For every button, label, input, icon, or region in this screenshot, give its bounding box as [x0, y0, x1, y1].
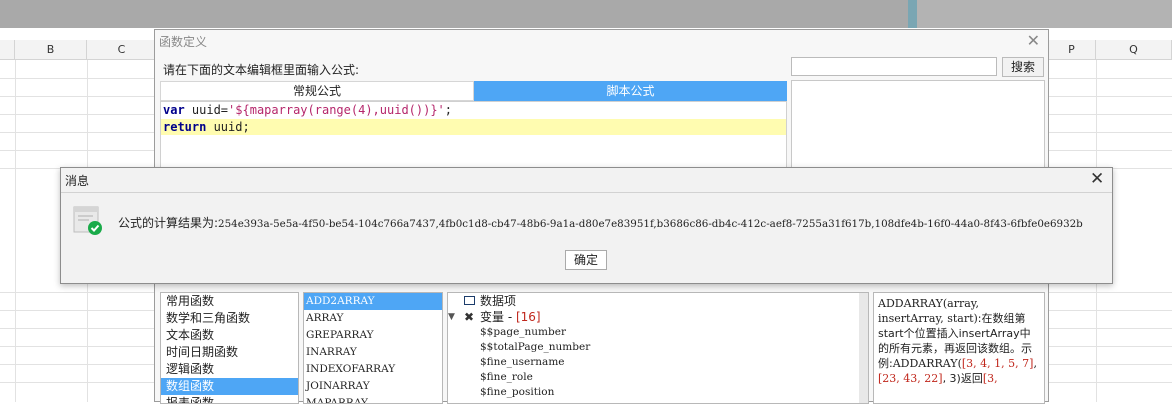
desc-result: [3,	[982, 372, 998, 385]
column-header-b[interactable]: B	[15, 40, 87, 60]
variable-icon: ✖	[464, 310, 475, 324]
grid-line	[15, 60, 16, 402]
tree-scrollbar[interactable]	[859, 293, 868, 403]
list-item-selected[interactable]: 数组函数	[161, 378, 298, 395]
search-button[interactable]: 搜索	[1002, 57, 1044, 77]
list-item[interactable]: 逻辑函数	[161, 361, 298, 378]
list-item[interactable]: 常用函数	[161, 293, 298, 310]
column-header-q[interactable]: Q	[1096, 40, 1172, 60]
chevron-down-icon[interactable]: ▼	[448, 309, 455, 325]
row-header-corner	[0, 40, 15, 60]
desc-array-1: [3, 4, 1, 5, 7]	[961, 357, 1034, 370]
success-icon	[73, 206, 102, 235]
tree-leaf[interactable]: $fine_username	[448, 355, 868, 370]
code-keyword: var	[163, 103, 185, 117]
message-title: 消息	[65, 174, 90, 188]
list-item-selected[interactable]: ADD2ARRAY	[304, 293, 442, 310]
close-icon[interactable]: ✕	[1090, 169, 1104, 189]
column-header-c[interactable]: C	[87, 40, 157, 60]
tree-node-label: 变量 -	[480, 310, 516, 324]
tree-node-variables[interactable]: ▼ ✖ 变量 - [16]	[448, 309, 868, 325]
scroll-indicator	[908, 0, 917, 28]
data-item-tree[interactable]: 数据项 ▼ ✖ 变量 - [16] $$page_number $$totalPag…	[447, 292, 869, 404]
dialog-title: 函数定义	[159, 35, 208, 49]
window-top-bar	[0, 0, 1172, 28]
result-value: 254e393a-5e5a-4f50-be54-104c766a7437,4fb…	[218, 218, 1083, 230]
function-description: ADDARRAY(array, insertArray, start):在数组第…	[873, 292, 1045, 404]
message-dialog: 消息 ✕ 公式的计算结果为:254e393a-5e5a-4f50-be54-10…	[60, 167, 1113, 284]
table-icon	[464, 296, 475, 305]
result-label: 公式的计算结果为:	[118, 216, 219, 230]
list-item[interactable]: JOINARRAY	[304, 378, 442, 395]
list-item[interactable]: 数学和三角函数	[161, 310, 298, 327]
function-category-list[interactable]: 常用函数 数学和三角函数 文本函数 时间日期函数 逻辑函数 数组函数 报表函数	[160, 292, 299, 404]
desc-array-2: [23, 43, 22]	[878, 372, 943, 385]
code-text: ;	[444, 103, 453, 117]
tree-root[interactable]: 数据项	[448, 293, 868, 309]
desc-tail: , 3)返回	[942, 372, 983, 385]
list-item[interactable]: 文本函数	[161, 327, 298, 344]
desc-sep: ,	[1033, 357, 1037, 370]
tree-root-label: 数据项	[480, 294, 517, 308]
desc-signature: ADDARRAY(array, insertArray, start)	[878, 297, 980, 325]
list-item[interactable]: 时间日期函数	[161, 344, 298, 361]
tree-leaf[interactable]: $fine_position	[448, 385, 868, 400]
top-bar-right	[917, 0, 1172, 28]
close-icon[interactable]: ✕	[1027, 31, 1040, 50]
code-text: uuid=	[184, 103, 229, 117]
tree-node-count: [16]	[515, 310, 541, 324]
tab-normal-formula[interactable]: 常规公式	[160, 81, 474, 101]
list-item[interactable]: ARRAY	[304, 310, 442, 327]
code-text: uuid;	[206, 120, 250, 134]
tree-leaf[interactable]: $$totalPage_number	[448, 340, 868, 355]
list-item[interactable]: MAPARRAY	[304, 395, 442, 403]
title-divider	[61, 192, 1112, 193]
desc-example-fn: ADDARRAY(	[892, 357, 962, 370]
code-line-2: return uuid;	[161, 119, 786, 135]
list-item[interactable]: INARRAY	[304, 344, 442, 361]
code-string: '${maparray(range(4),uuid())}'	[228, 103, 445, 117]
list-item[interactable]: INDEXOFARRAY	[304, 361, 442, 378]
formula-prompt-label: 请在下面的文本编辑框里面输入公式:	[163, 63, 360, 77]
code-line-1: var uuid='${maparray(range(4),uuid())}';	[163, 102, 452, 118]
function-search-input[interactable]	[791, 57, 997, 76]
tree-leaf[interactable]: $fine_role	[448, 370, 868, 385]
column-header-p[interactable]: P	[1048, 40, 1096, 60]
list-item[interactable]: 报表函数	[161, 395, 298, 403]
function-name-list[interactable]: ADD2ARRAY ARRAY GREPARRAY INARRAY INDEXO…	[303, 292, 443, 404]
ok-button[interactable]: 确定	[565, 250, 607, 270]
code-keyword: return	[163, 120, 207, 134]
list-item[interactable]: GREPARRAY	[304, 327, 442, 344]
tab-script-formula[interactable]: 脚本公式	[474, 81, 787, 101]
message-text: 公式的计算结果为:254e393a-5e5a-4f50-be54-104c766…	[118, 214, 1083, 231]
tree-leaf[interactable]: $$page_number	[448, 325, 868, 340]
